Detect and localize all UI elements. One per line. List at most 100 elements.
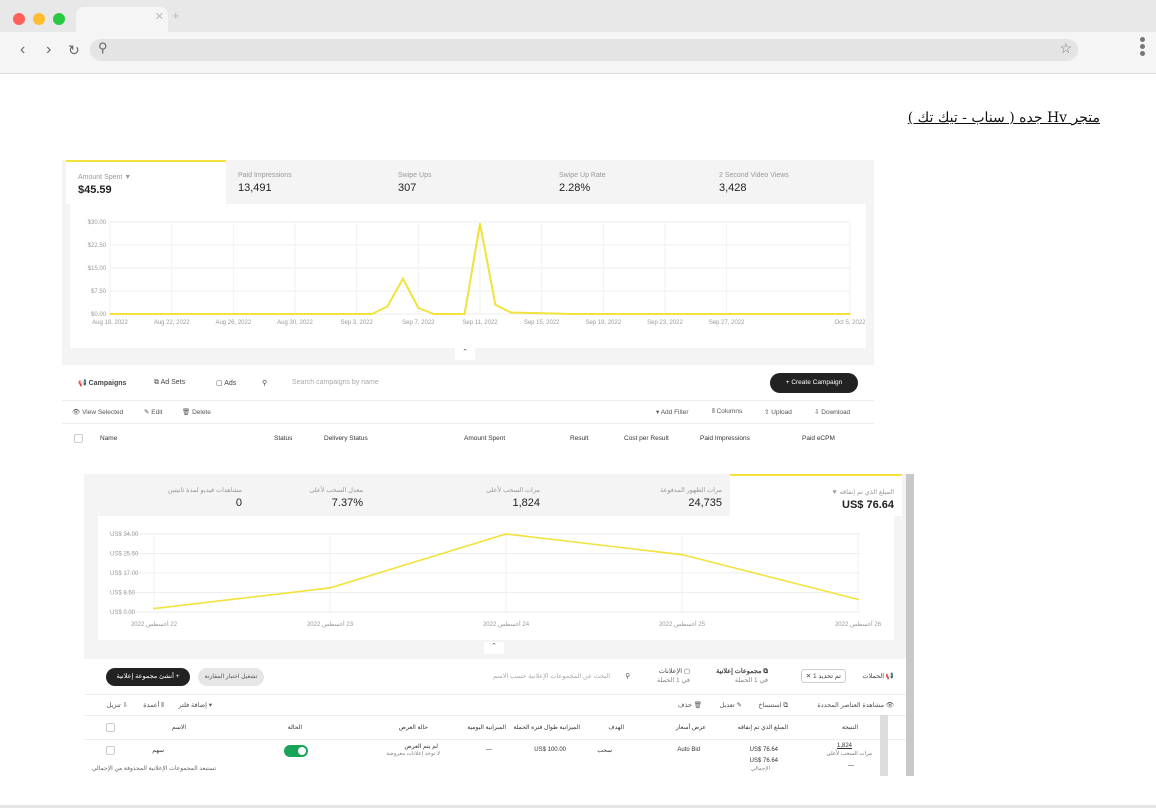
reload-icon[interactable]: ↻ [68,42,80,59]
delete-button[interactable]: 🗑 حذف [678,701,702,709]
column-header[interactable]: الحالة [288,724,302,731]
metric-swipe-ups[interactable]: Swipe Ups 307 [386,160,552,204]
total-note: تستبعد المجموعات الإعلانية المحذوفة من ا… [91,766,216,772]
select-all-checkbox[interactable] [106,723,115,732]
column-header[interactable]: الاسم [172,724,186,731]
metric-paid-impressions[interactable]: Paid Impressions 13,491 [226,160,392,204]
column-header[interactable]: حالة العرض [399,724,428,731]
result-subtext: مرات السحب لأعلى [826,751,872,757]
column-header[interactable]: عرض أسعار [676,724,706,731]
x-tick-label: Sep 7, 2022 [402,320,435,326]
collapse-chart-button[interactable]: ⌃ [484,642,504,654]
create-adset-button[interactable]: + أنشئ مجموعة إعلانية [106,668,190,686]
column-header[interactable]: Paid Impressions [700,435,750,442]
chart-svg: US$ 0.00 US$ 8.50 US$ 17.00 US$ 25.50 US$ 34… [110,532,882,628]
table-scrollbar[interactable] [880,715,888,776]
view-selected-button[interactable]: 👁 View Selected [72,408,123,416]
tab-bar: ✕ + [0,0,1156,33]
column-header[interactable]: Cost per Result [624,435,669,442]
metric-value: 3,428 [719,182,747,194]
back-icon[interactable]: ‹ [20,41,25,59]
column-header[interactable]: Status [274,435,292,442]
column-header[interactable]: Delivery Status [324,435,368,442]
upload-button[interactable]: ⇧ Upload [764,408,792,416]
add-filter-button[interactable]: ▾ Add Filter [656,408,689,416]
total-spent: US$ 76.64 [749,758,778,764]
maximize-window-button[interactable] [53,13,65,25]
column-header[interactable]: Name [100,435,117,442]
result-value[interactable]: 1,824 [837,743,852,749]
tab-ads[interactable]: ▢ الإعلانات في 1 الحملة [657,667,690,685]
create-campaign-button[interactable]: + Create Campaign [770,373,858,393]
column-header[interactable]: Paid eCPM [802,435,835,442]
data-point [386,305,389,308]
label: Add Filter [660,409,689,416]
adset-toolbar: 📢 الحملات تم تحديد 1 ✕ ⧉ مجموعات إعلانية… [84,659,906,695]
y-tick-label: US$ 17.00 [110,571,139,577]
tab-campaigns[interactable]: 📢 Campaigns [78,379,126,387]
column-header[interactable]: Result [570,435,588,442]
add-filter-button[interactable]: ▾ إضافة فلتر [178,701,212,709]
tab-campaigns[interactable]: 📢 الحملات [862,672,894,680]
tab-ad-sets[interactable]: ⧉ مجموعات إعلانية في 1 الحملة [716,667,768,685]
search-input[interactable]: البحث عن المجموعات الإعلانية حسب الاسم [493,672,610,680]
column-header[interactable]: الميزانية اليومية [467,724,506,731]
metric-paid-impressions[interactable]: مرات الظهور المدفوعة 24,735 [558,474,730,516]
metric-swipe-up-rate[interactable]: Swipe Up Rate 2.28% [547,160,707,204]
x-tick-label: Sep 3, 2022 [340,320,373,326]
close-icon[interactable]: ✕ [155,10,164,23]
row-checkbox[interactable] [106,746,115,755]
spend-line-chart: $0.00 $7.50 $15.00 $22.50 $30.00 Aug 18, 2022… [70,204,866,348]
total-spent-label: الإجمالي [750,766,770,772]
minimize-window-button[interactable] [33,13,45,25]
address-bar[interactable]: ⚲ ☆ [90,39,1078,61]
column-header[interactable]: النتيجة [842,724,858,731]
collapse-chart-button[interactable]: ⌃ [455,348,475,360]
column-header[interactable]: الميزانية طوال فترة الحملة [513,724,580,731]
column-header[interactable]: الهدف [608,724,624,731]
download-button[interactable]: ⇩ Download [814,408,850,416]
data-point [494,304,497,306]
x-tick-label: Sep 15, 2022 [524,320,560,326]
select-all-checkbox[interactable] [74,434,83,443]
adset-name[interactable]: سهم [152,747,164,754]
search-input[interactable]: Search campaigns by name [292,379,379,386]
comparison-test-button[interactable]: تشغيل اختبار المقارنة [198,668,264,686]
data-point [695,313,697,315]
metric-amount-spent[interactable]: Amount Spent ▼ $45.59 [66,160,226,204]
close-icon[interactable]: ✕ [806,673,811,680]
edit-button[interactable]: ✎ تعديل [720,701,742,709]
metric-amount-spent[interactable]: المبلغ الذي تم إنفاقه ▼ US$ 76.64 [730,474,902,516]
table-row[interactable]: 1,824 مرات السحب لأعلى US$ 76.64 Auto Bi… [84,739,906,761]
y-tick-label: $30.00 [88,220,107,226]
tab-ads[interactable]: ▢ Ads [216,379,236,387]
column-header[interactable]: Amount Spent [464,435,505,442]
menu-icon[interactable] [1140,37,1146,58]
column-header[interactable]: المبلغ الذي تم إنفاقه [738,724,788,731]
forward-icon[interactable]: › [46,41,51,59]
metric-video-views[interactable]: 2 Second Video Views 3,428 [707,160,867,204]
data-point [510,311,512,314]
data-point [505,533,507,535]
status-toggle[interactable] [284,745,308,757]
data-point [849,313,851,315]
new-tab-icon[interactable]: + [172,8,180,23]
data-point [633,313,635,315]
metric-swipe-ups[interactable]: مرات السحب لأعلى 1,824 [376,474,548,516]
duplicate-button[interactable]: ⧉ استنساخ [758,701,788,710]
columns-button[interactable]: ⫴ أعمدة [143,701,164,710]
tab-ad-sets[interactable]: ⧉ Ad Sets [154,379,185,387]
view-selected-button[interactable]: 👁 مشاهدة العناصر المحددة [817,701,894,709]
selected-chip[interactable]: تم تحديد 1 ✕ [800,669,846,683]
ads-icon: ▢ [216,380,225,387]
delete-button[interactable]: 🗑 Delete [182,408,211,416]
edit-button[interactable]: ✎ Edit [144,408,162,416]
tab-label: Ad Sets [160,379,186,386]
columns-button[interactable]: ⫴ Columns [712,408,742,416]
star-icon[interactable]: ☆ [1059,40,1072,57]
download-button[interactable]: ⇩ تنزيل [107,701,128,709]
browser-tab[interactable]: ✕ [76,7,168,33]
data-point [479,222,481,225]
close-window-button[interactable] [13,13,25,25]
metric-video-views[interactable]: مشاهدات فيديو لمدة ثانيتين 0 [90,474,250,516]
